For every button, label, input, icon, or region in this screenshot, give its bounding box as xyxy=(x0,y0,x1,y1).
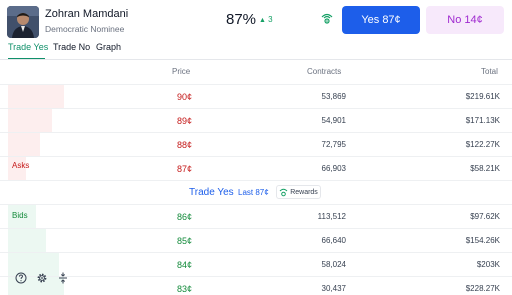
ask-row[interactable]: 87¢ 66,903 $58.21K xyxy=(0,156,512,180)
bid-total: $228.27K xyxy=(465,284,500,293)
ask-total: $171.13K xyxy=(465,116,500,125)
bid-total: $203K xyxy=(476,260,500,269)
ask-depth-bar xyxy=(8,133,40,156)
tab-graph[interactable]: Graph xyxy=(96,42,121,52)
ask-price: 88¢ xyxy=(176,140,192,150)
market-percent: 87% xyxy=(226,11,257,28)
help-icon[interactable] xyxy=(15,272,27,284)
bid-row[interactable]: 83¢ 30,437 $228.27K xyxy=(0,276,512,295)
rewards-icon xyxy=(279,188,288,196)
ask-contracts: 53,869 xyxy=(321,92,346,101)
buy-no-button[interactable]: No 14¢ xyxy=(426,6,504,34)
bid-row[interactable]: 84¢ 58,024 $203K xyxy=(0,252,512,276)
bid-price: 85¢ xyxy=(176,236,192,246)
ask-row[interactable]: 88¢ 72,795 $122.27K xyxy=(0,132,512,156)
bid-contracts: 66,640 xyxy=(321,236,346,245)
rewards-button[interactable]: Rewards xyxy=(276,185,321,199)
ask-price: 89¢ xyxy=(176,116,192,126)
bid-price: 83¢ xyxy=(176,284,192,294)
ask-price: 87¢ xyxy=(176,164,192,174)
tabs-divider xyxy=(0,59,512,60)
ask-total: $122.27K xyxy=(465,140,500,149)
bid-total: $154.26K xyxy=(465,236,500,245)
bid-row[interactable]: 85¢ 66,640 $154.26K xyxy=(0,228,512,252)
asks-label: Asks xyxy=(12,161,30,170)
bids-label: Bids xyxy=(12,211,28,220)
tab-trade-no[interactable]: Trade No xyxy=(53,42,90,52)
column-header-price: Price xyxy=(172,67,191,76)
ask-depth-bar xyxy=(8,85,65,108)
ask-row[interactable]: 90¢ 53,869 $219.61K xyxy=(0,84,512,108)
collapse-icon[interactable] xyxy=(57,272,69,284)
ask-row[interactable]: 89¢ 54,901 $171.13K xyxy=(0,108,512,132)
midbar-title: Trade Yes xyxy=(189,187,234,198)
ask-total: $58.21K xyxy=(470,164,500,173)
percent-change: ▲ 3 xyxy=(259,15,273,24)
bid-row[interactable]: 86¢ 113,512 $97.62K xyxy=(0,204,512,228)
column-header-contracts: Contracts xyxy=(307,67,342,76)
ask-price: 90¢ xyxy=(176,92,192,102)
bid-contracts: 30,437 xyxy=(321,284,346,293)
candidate-name: Zohran Mamdani xyxy=(45,8,129,20)
bid-price: 84¢ xyxy=(176,260,192,270)
arrow-up-icon: ▲ xyxy=(259,17,266,24)
ask-depth-bar xyxy=(8,109,52,132)
last-price: Last 87¢ xyxy=(238,188,269,197)
bid-total: $97.62K xyxy=(470,212,500,221)
rewards-label: Rewards xyxy=(290,188,318,196)
ask-contracts: 54,901 xyxy=(321,116,346,125)
ask-total: $219.61K xyxy=(465,92,500,101)
ask-contracts: 72,795 xyxy=(321,140,346,149)
eye-icon[interactable] xyxy=(320,12,334,26)
column-header-total: Total xyxy=(481,67,498,76)
candidate-subtitle: Democratic Nominee xyxy=(45,24,125,34)
settings-icon[interactable] xyxy=(36,272,48,284)
bid-depth-bar xyxy=(8,229,47,252)
avatar xyxy=(7,6,39,38)
percent-change-value: 3 xyxy=(268,15,273,24)
bid-contracts: 58,024 xyxy=(321,260,346,269)
buy-yes-button[interactable]: Yes 87¢ xyxy=(342,6,420,34)
orderbook-midbar: Trade Yes Last 87¢ Rewards xyxy=(0,180,512,204)
bid-contracts: 113,512 xyxy=(317,212,346,221)
ask-contracts: 66,903 xyxy=(321,164,346,173)
market-header: Zohran Mamdani Democratic Nominee 87% ▲ … xyxy=(0,0,512,40)
tab-trade-yes[interactable]: Trade Yes xyxy=(8,42,48,52)
bid-price: 86¢ xyxy=(176,212,192,222)
